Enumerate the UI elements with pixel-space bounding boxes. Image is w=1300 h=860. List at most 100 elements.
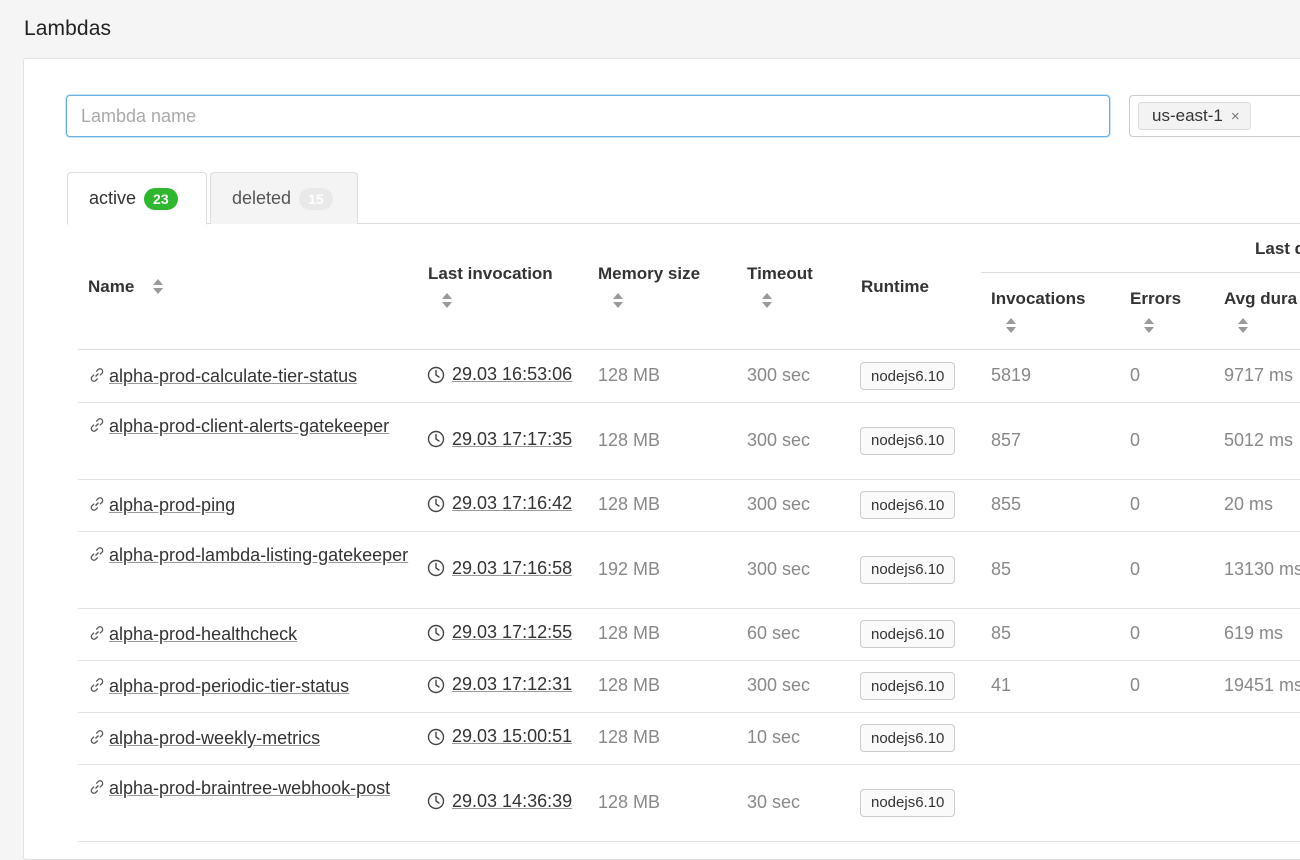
group-divider	[981, 272, 1300, 273]
memory-size-cell: 128 MB	[598, 494, 661, 514]
last-invocation-link[interactable]: 29.03 17:17:35	[452, 429, 572, 450]
timeout-cell: 300 sec	[747, 365, 811, 385]
invocations-cell: 41	[991, 675, 1012, 695]
memory-size-cell: 128 MB	[598, 623, 661, 643]
lambda-name-link[interactable]: alpha-prod-periodic-tier-status	[109, 676, 349, 696]
column-header-runtime: Runtime	[861, 277, 929, 296]
runtime-badge: nodejs6.10	[860, 620, 956, 648]
row-divider	[78, 841, 1300, 842]
timeout-cell: 60 sec	[747, 623, 801, 643]
runtime-badge: nodejs6.10	[860, 362, 956, 390]
avg-duration-cell: 20 ms	[1224, 494, 1274, 514]
sort-icon[interactable]	[1006, 318, 1016, 334]
sort-icon[interactable]	[1144, 318, 1154, 334]
last-invocation-link[interactable]: 29.03 17:12:31	[452, 674, 572, 695]
column-header-invocations[interactable]: Invocations	[991, 289, 1085, 309]
sort-icon[interactable]	[762, 293, 772, 309]
last-invocation-cell: 29.03 15:00:51	[427, 726, 572, 747]
lambda-name-link[interactable]: alpha-prod-ping	[109, 495, 235, 515]
link-icon	[88, 414, 106, 432]
last-invocation-cell: 29.03 17:12:55	[427, 622, 572, 643]
last-invocation-link[interactable]: 29.03 15:00:51	[452, 726, 572, 747]
row-divider	[78, 660, 1300, 661]
memory-size-cell: 128 MB	[598, 727, 661, 747]
column-header-last-invocation[interactable]: Last invocation	[428, 264, 553, 284]
row-divider	[78, 531, 1300, 532]
clock-icon	[427, 559, 445, 577]
lambda-name-cell: alpha-prod-weekly-metrics	[88, 724, 413, 752]
sort-icon[interactable]	[613, 293, 623, 309]
column-header-timeout[interactable]: Timeout	[747, 264, 813, 284]
memory-size-cell: 192 MB	[598, 558, 661, 579]
region-filter[interactable]: us-east-1 ×	[1129, 95, 1300, 137]
last-invocation-link[interactable]: 29.03 17:16:58	[452, 558, 572, 579]
column-header-avg-duration[interactable]: Avg dura	[1224, 289, 1297, 309]
tab-deleted[interactable]: deleted 15	[210, 172, 358, 224]
lambda-name-link[interactable]: alpha-prod-braintree-webhook-post	[109, 778, 390, 798]
lambda-name-cell: alpha-prod-braintree-webhook-post	[88, 774, 413, 802]
invocations-cell: 85	[991, 623, 1012, 643]
column-header-name[interactable]: Name	[88, 277, 134, 297]
link-icon	[88, 776, 106, 794]
close-icon[interactable]: ×	[1231, 108, 1240, 125]
avg-duration-cell: 19451 ms	[1224, 675, 1300, 695]
runtime-badge: nodejs6.10	[860, 491, 956, 519]
timeout-cell: 30 sec	[747, 791, 801, 812]
lambda-name-link[interactable]: alpha-prod-calculate-tier-status	[109, 366, 357, 386]
row-divider	[78, 402, 1300, 403]
runtime-badge: nodejs6.10	[860, 426, 956, 455]
lambda-name-cell: alpha-prod-calculate-tier-status	[88, 362, 413, 390]
invocations-cell: 857	[991, 429, 1022, 450]
row-divider	[78, 479, 1300, 480]
link-icon	[88, 543, 106, 561]
column-header-errors[interactable]: Errors	[1130, 289, 1181, 309]
row-divider	[78, 712, 1300, 713]
errors-cell: 0	[1130, 558, 1141, 579]
memory-size-cell: 128 MB	[598, 365, 661, 385]
errors-cell: 0	[1130, 494, 1141, 514]
last-invocation-cell: 29.03 17:16:42	[427, 493, 572, 514]
region-tag: us-east-1 ×	[1138, 102, 1251, 130]
tab-active[interactable]: active 23	[67, 172, 207, 225]
last-invocation-cell: 29.03 17:17:35	[427, 429, 572, 450]
avg-duration-cell: 9717 ms	[1224, 365, 1294, 385]
lambda-name-link[interactable]: alpha-prod-client-alerts-gatekeeper	[109, 416, 389, 436]
region-tag-label: us-east-1	[1152, 106, 1223, 125]
lambda-name-link[interactable]: alpha-prod-weekly-metrics	[109, 728, 320, 748]
runtime-badge: nodejs6.10	[860, 724, 956, 752]
avg-duration-cell: 13130 ms	[1224, 558, 1300, 579]
last-invocation-link[interactable]: 29.03 16:53:06	[452, 364, 572, 385]
tab-label: deleted	[232, 188, 292, 208]
sort-icon[interactable]	[153, 279, 163, 295]
lambda-name-cell: alpha-prod-ping	[88, 491, 413, 519]
clock-icon	[427, 624, 445, 642]
last-invocation-link[interactable]: 29.03 14:36:39	[452, 791, 572, 812]
sort-icon[interactable]	[1238, 318, 1248, 334]
invocations-cell: 85	[991, 558, 1012, 579]
last-invocation-link[interactable]: 29.03 17:16:42	[452, 493, 572, 514]
timeout-cell: 10 sec	[747, 727, 801, 747]
lambda-name-cell: alpha-prod-periodic-tier-status	[88, 672, 413, 700]
memory-size-cell: 128 MB	[598, 675, 661, 695]
errors-cell: 0	[1130, 365, 1141, 385]
search-input[interactable]	[66, 95, 1110, 137]
invocations-cell: 5819	[991, 365, 1032, 385]
last-invocation-link[interactable]: 29.03 17:12:55	[452, 622, 572, 643]
runtime-badge: nodejs6.10	[860, 555, 956, 584]
link-icon	[88, 674, 106, 692]
memory-size-cell: 128 MB	[598, 791, 661, 812]
timeout-cell: 300 sec	[747, 429, 811, 450]
clock-icon	[427, 676, 445, 694]
runtime-badge: nodejs6.10	[860, 672, 956, 700]
lambda-name-link[interactable]: alpha-prod-healthcheck	[109, 624, 297, 644]
last-invocation-cell: 29.03 17:12:31	[427, 674, 572, 695]
timeout-cell: 300 sec	[747, 558, 811, 579]
column-header-memory-size[interactable]: Memory size	[598, 264, 700, 284]
link-icon	[88, 622, 106, 640]
last-invocation-cell: 29.03 14:36:39	[427, 791, 572, 812]
sort-icon[interactable]	[442, 293, 452, 309]
lambda-name-link[interactable]: alpha-prod-lambda-listing-gatekeeper	[109, 545, 408, 565]
avg-duration-cell: 619 ms	[1224, 623, 1284, 643]
clock-icon	[427, 430, 445, 448]
errors-cell: 0	[1130, 675, 1141, 695]
